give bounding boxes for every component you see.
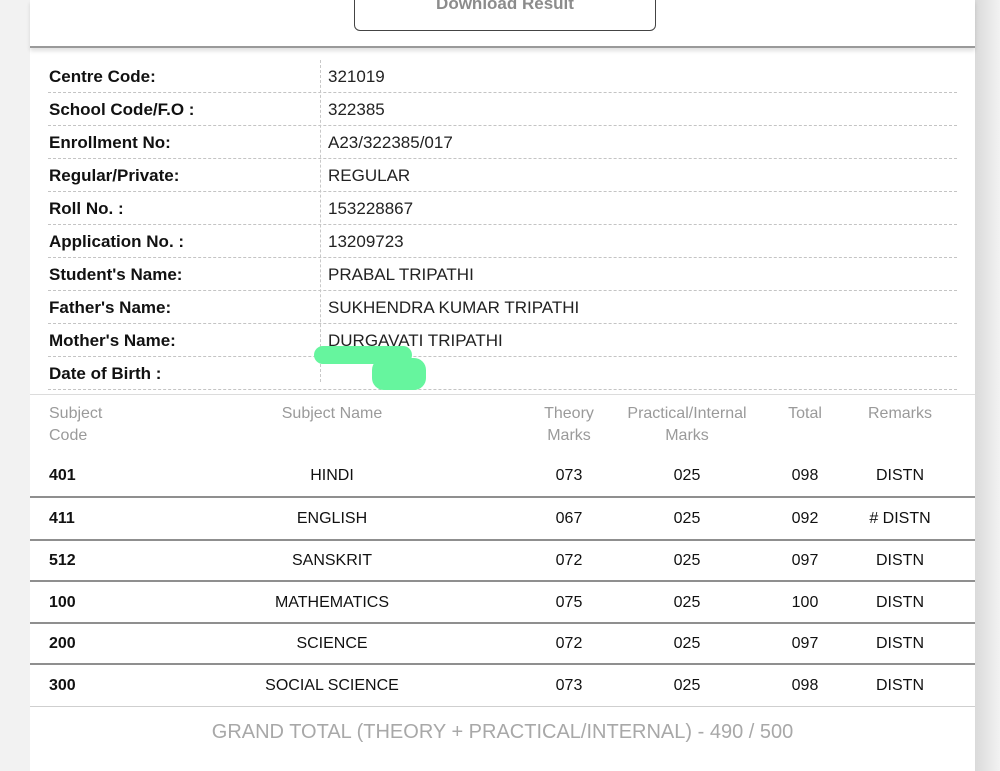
theory-marks: 073 <box>555 677 583 694</box>
practical-marks: 025 <box>673 510 701 527</box>
header-text: Marks <box>547 427 591 444</box>
header-text: Subject <box>49 405 103 422</box>
subject-code: 512 <box>49 552 76 569</box>
subject-code: 411 <box>49 510 75 527</box>
info-value: 321019 <box>328 67 385 86</box>
header-practical-marks: Practical/Internal Marks <box>607 403 767 447</box>
info-label: Roll No. : <box>49 199 124 218</box>
info-label: School Code/F.O : <box>49 100 195 119</box>
total-marks: 098 <box>791 677 819 694</box>
subject-name: HINDI <box>310 467 354 484</box>
info-value: 322385 <box>328 100 385 119</box>
subject-name: SOCIAL SCIENCE <box>265 677 399 694</box>
theory-marks: 073 <box>555 467 583 484</box>
table-row: 512 SANSKRIT 072 025 097 DISTN <box>30 540 975 582</box>
table-row: 401 HINDI 073 025 098 DISTN <box>30 455 975 497</box>
remarks: DISTN <box>876 552 924 569</box>
remarks: DISTN <box>876 635 924 652</box>
header-total: Total <box>788 405 822 422</box>
remarks: # DISTN <box>869 510 931 527</box>
table-row: 200 SCIENCE 072 025 097 DISTN <box>30 623 975 665</box>
theory-marks: 075 <box>555 594 583 611</box>
subject-code: 200 <box>49 635 76 652</box>
info-value: 13209723 <box>328 232 404 251</box>
info-row-application-no: Application No. : 13209723 <box>48 225 957 258</box>
info-row-student-name: Student's Name: PRABAL TRIPATHI <box>48 258 957 291</box>
header-text: Practical/Internal <box>627 405 747 422</box>
subject-code: 401 <box>49 467 76 484</box>
info-row-mother-name: Mother's Name: DURGAVATI TRIPATHI <box>48 324 957 357</box>
info-value: A23/322385/017 <box>328 133 453 152</box>
download-result-button[interactable]: Download Result <box>354 0 656 31</box>
info-value: SUKHENDRA KUMAR TRIPATHI <box>328 298 580 317</box>
header-text: Marks <box>665 427 709 444</box>
info-label: Date of Birth : <box>49 364 162 383</box>
info-value: REGULAR <box>328 166 411 185</box>
info-row-enrollment: Enrollment No: A23/322385/017 <box>48 126 957 159</box>
info-label: Application No. : <box>49 232 185 251</box>
info-label: Regular/Private: <box>49 166 180 185</box>
table-row: 100 MATHEMATICS 075 025 100 DISTN <box>30 582 975 624</box>
remarks: DISTN <box>876 594 924 611</box>
info-value: 153228867 <box>328 199 414 218</box>
info-label: Mother's Name: <box>49 331 176 350</box>
info-row-regular-private: Regular/Private: REGULAR <box>48 159 957 192</box>
theory-marks: 067 <box>555 510 583 527</box>
practical-marks: 025 <box>673 467 701 484</box>
practical-marks: 025 <box>673 677 701 694</box>
total-marks: 092 <box>791 510 819 527</box>
subject-name: SANSKRIT <box>291 552 372 569</box>
info-label: Centre Code: <box>49 67 156 86</box>
info-row-roll-no: Roll No. : 153228867 <box>48 192 957 225</box>
table-row: 300 SOCIAL SCIENCE 073 025 098 DISTN <box>30 665 975 707</box>
info-label: Student's Name: <box>49 265 183 284</box>
page-edge-shadow <box>975 0 1000 771</box>
info-row-school-code: School Code/F.O : 322385 <box>48 93 957 126</box>
header-text: Theory <box>544 405 594 422</box>
remarks: DISTN <box>876 677 924 694</box>
total-marks: 097 <box>791 552 819 569</box>
redaction-mark <box>372 358 426 390</box>
header-text: Code <box>49 427 88 444</box>
practical-marks: 025 <box>673 635 701 652</box>
info-label: Enrollment No: <box>49 133 171 152</box>
total-marks: 100 <box>791 594 819 611</box>
info-label: Father's Name: <box>49 298 172 317</box>
info-row-date-of-birth: Date of Birth : <box>48 357 957 390</box>
info-row-centre-code: Centre Code: 321019 <box>48 60 957 93</box>
header-subject-code: Subject Code <box>49 403 102 447</box>
column-divider <box>320 60 321 382</box>
theory-marks: 072 <box>555 635 583 652</box>
subject-code: 100 <box>49 594 76 611</box>
header-theory-marks: Theory Marks <box>519 403 619 447</box>
row-divider <box>30 706 975 707</box>
practical-marks: 025 <box>673 552 701 569</box>
theory-marks: 072 <box>555 552 583 569</box>
total-marks: 098 <box>791 467 819 484</box>
subject-name: ENGLISH <box>296 510 368 527</box>
grand-total: GRAND TOTAL (THEORY + PRACTICAL/INTERNAL… <box>211 721 794 743</box>
table-row: 411 ENGLISH 067 025 092 # DISTN <box>30 498 975 540</box>
practical-marks: 025 <box>673 594 701 611</box>
subject-name: SCIENCE <box>296 635 368 652</box>
subject-name: MATHEMATICS <box>274 594 390 611</box>
subject-code: 300 <box>49 677 76 694</box>
info-row-father-name: Father's Name: SUKHENDRA KUMAR TRIPATHI <box>48 291 957 324</box>
header-subject-name: Subject Name <box>281 405 383 422</box>
total-marks: 097 <box>791 635 819 652</box>
header-remarks: Remarks <box>867 405 932 422</box>
student-info-table: Centre Code: 321019 School Code/F.O : 32… <box>48 60 957 390</box>
info-value: PRABAL TRIPATHI <box>328 265 474 284</box>
divider <box>30 394 975 395</box>
remarks: DISTN <box>876 467 924 484</box>
